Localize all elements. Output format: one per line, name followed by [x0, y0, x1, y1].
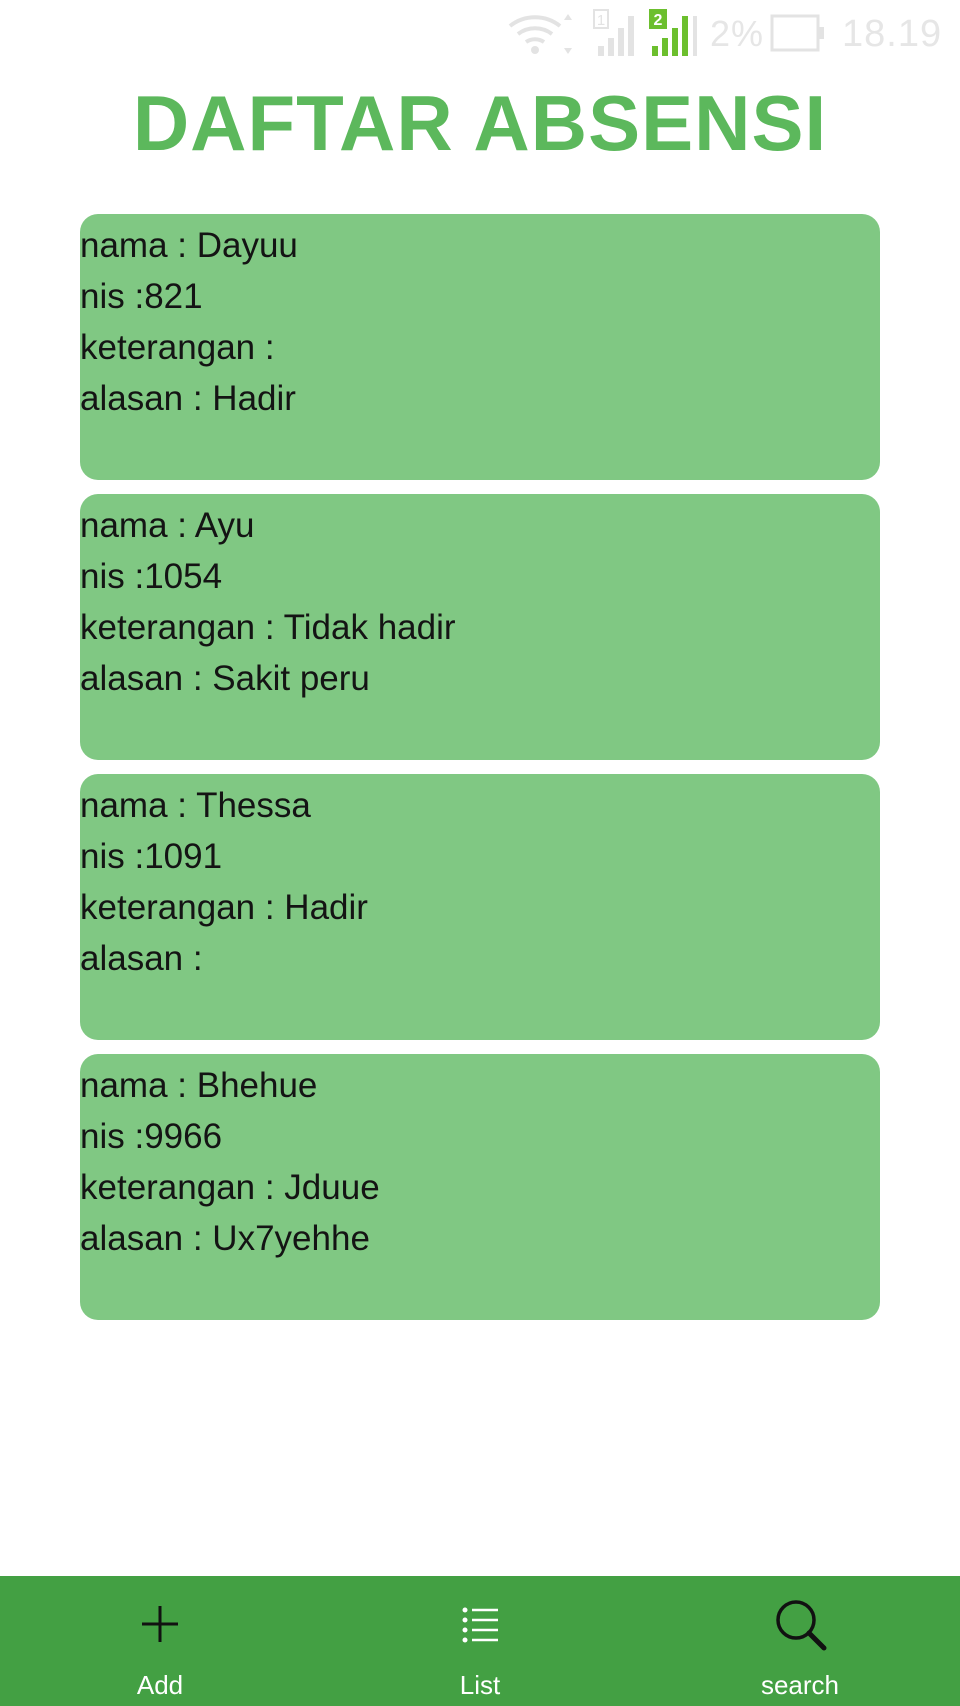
- nav-list-label: List: [459, 1670, 501, 1700]
- attendance-card[interactable]: nama : Dayuu nis :821 keterangan : alasa…: [80, 214, 880, 480]
- card-keterangan: keterangan :: [80, 328, 275, 367]
- card-nis: nis :9966: [80, 1117, 223, 1156]
- card-alasan: alasan : Sakit peru: [80, 659, 370, 698]
- card-alasan: alasan : Ux7yehhe: [80, 1219, 370, 1258]
- card-nama: nama : Dayuu: [80, 226, 298, 265]
- nav-list-button[interactable]: List: [380, 1576, 580, 1706]
- nav-add-label: Add: [136, 1670, 184, 1700]
- card-alasan: alasan :: [80, 939, 203, 978]
- card-nis: nis :821: [80, 277, 203, 316]
- card-nama: nama : Thessa: [80, 786, 311, 825]
- card-nis: nis :1054: [80, 557, 223, 596]
- status-bar: 1 2 2% 18.19: [0, 0, 960, 70]
- card-keterangan: keterangan : Tidak hadir: [80, 608, 456, 647]
- attendance-list: nama : Dayuu nis :821 keterangan : alasa…: [80, 214, 880, 1334]
- card-nis: nis :1091: [80, 837, 223, 876]
- attendance-card[interactable]: nama : Thessa nis :1091 keterangan : Had…: [80, 774, 880, 1040]
- attendance-card[interactable]: nama : Ayu nis :1054 keterangan : Tidak …: [80, 494, 880, 760]
- search-icon: [776, 1600, 827, 1651]
- card-keterangan: keterangan : Hadir: [80, 888, 368, 927]
- card-nama: nama : Ayu: [80, 506, 255, 545]
- signal-sim2-icon: 2: [649, 9, 697, 56]
- bottom-navigation: Add List search: [0, 1576, 960, 1706]
- nav-search-label: search: [760, 1670, 840, 1700]
- plus-icon: [142, 1606, 178, 1642]
- wifi-icon: [508, 14, 572, 54]
- card-nama: nama : Bhehue: [80, 1066, 318, 1105]
- nav-add-button[interactable]: Add: [60, 1576, 260, 1706]
- nav-search-button[interactable]: search: [700, 1576, 900, 1706]
- sim2-label: 2: [654, 12, 663, 29]
- page-title: DAFTAR ABSENSI: [132, 79, 828, 167]
- clock: 18.19: [842, 13, 943, 55]
- card-keterangan: keterangan : Jduue: [80, 1168, 380, 1207]
- signal-sim1-icon: 1: [593, 9, 634, 56]
- sim1-label: 1: [597, 12, 605, 29]
- card-alasan: alasan : Hadir: [80, 379, 296, 418]
- attendance-card[interactable]: nama : Bhehue nis :9966 keterangan : Jdu…: [80, 1054, 880, 1320]
- list-icon: [462, 1607, 498, 1643]
- battery-icon: [770, 14, 824, 52]
- battery-percent: 2%: [710, 13, 765, 54]
